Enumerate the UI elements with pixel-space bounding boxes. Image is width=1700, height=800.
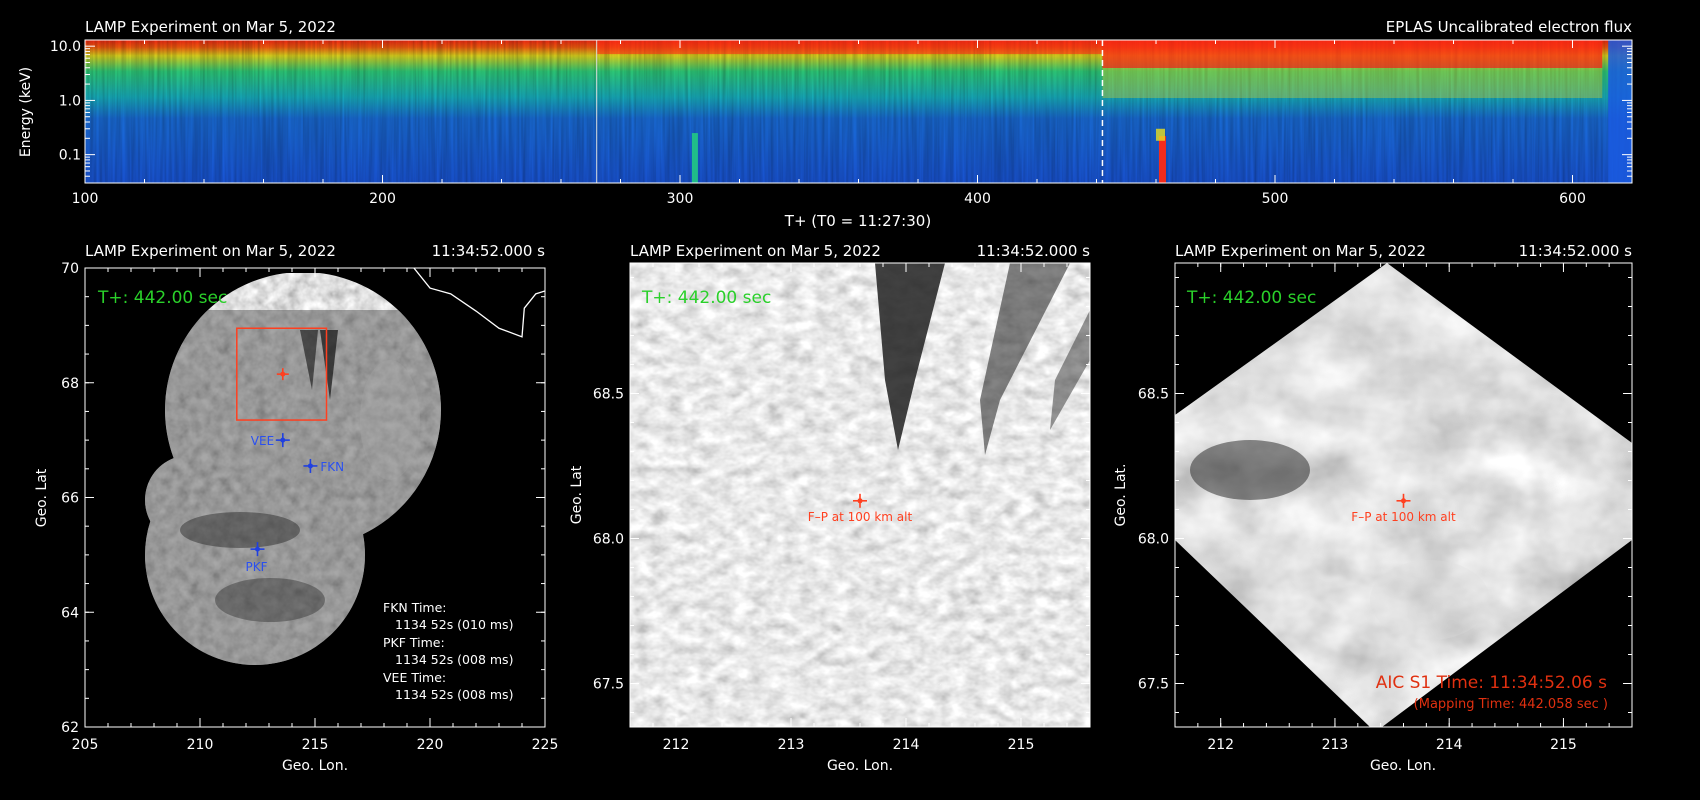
station-time-value: 1134 52s (008 ms) [395,687,513,702]
zoom-left-x-tick-label: 213 [778,737,805,753]
allsky-y-tick-label: 70 [61,261,79,277]
spectrogram-x-axis-label: T+ (T0 = 11:27:30) [784,212,931,230]
zoom-right-y-tick-label: 68.0 [1138,532,1169,548]
allsky-y-tick-label: 66 [61,491,79,507]
station-label: VEE [251,434,274,448]
spectrogram-y-tick-label: 0.1 [59,148,81,164]
zoom-left-x-tick-label: 215 [1008,737,1035,753]
zoom-left-title: LAMP Experiment on Mar 5, 2022 [630,242,881,260]
zoom-left-y-tick-label: 68.5 [593,387,624,403]
zoom-left-tplus-label: T+: 442.00 sec [641,288,771,308]
spectrogram-x-tick-label: 300 [667,191,694,207]
station-time-value: 1134 52s (010 ms) [395,617,513,632]
station-time-label: PKF Time: [383,635,445,650]
allsky-x-tick-label: 220 [417,737,444,753]
zoom-right-x-tick-label: 215 [1550,737,1577,753]
zoom-right-x-tick-label: 213 [1322,737,1349,753]
zoom-left-y-tick-label: 67.5 [593,677,624,693]
spectrogram-x-tick-label: 600 [1559,191,1586,207]
spectrogram-image [85,40,1632,183]
allsky-x-tick-label: 225 [532,737,559,753]
zoom-left-time: 11:34:52.000 s [977,242,1091,260]
spectrogram-y-axis-label: Energy (keV) [18,67,34,157]
spectrogram-panel: 100 200 300 400 500 600 10.0 1.0 0.1 LAMP Experi… [18,18,1633,230]
zoom-right-y-axis-label: Geo. Lat. [1113,464,1129,527]
zoom-right-x-tick-label: 212 [1207,737,1234,753]
allsky-y-axis-label: Geo. Lat [34,468,50,527]
allsky-time: 11:34:52.000 s [432,242,546,260]
spectrogram-y-tick-label: 1.0 [59,93,81,109]
zoom-right-x-axis-label: Geo. Lon. [1370,758,1436,774]
station-time-label: VEE Time: [383,670,446,685]
zoom-right-y-tick-label: 68.5 [1138,387,1169,403]
zoom-right-time: 11:34:52.000 s [1519,242,1633,260]
zoom-panel-left: F–P at 100 km alt 212 213 214 215 67.5 68.0 68… [569,242,1091,774]
station-time-value: 1134 52s (008 ms) [395,652,513,667]
spectrogram-x-tick-label: 100 [72,191,99,207]
allsky-x-tick-label: 205 [72,737,99,753]
zoom-left-y-axis-label: Geo. Lat [569,465,585,524]
allsky-y-tick-label: 68 [61,376,79,392]
zoom-left-x-axis-label: Geo. Lon. [827,758,893,774]
zoom-left-y-tick-label: 68.0 [593,532,624,548]
station-time-label: FKN Time: [383,600,447,615]
mapping-time-label: (Mapping Time: 442.058 sec ) [1414,697,1608,712]
allsky-map-panel: VEE FKN PKF 205 210 215 220 225 62 64 66 68 70 LAMP… [34,242,558,774]
station-label: PKF [246,560,268,574]
spectrogram-title: LAMP Experiment on Mar 5, 2022 [85,18,336,36]
spectrogram-x-tick-label: 200 [369,191,396,207]
spectrogram-subtitle: EPLAS Uncalibrated electron flux [1386,18,1632,36]
spectrogram-x-tick-label: 500 [1262,191,1289,207]
zoom-right-x-tick-label: 214 [1436,737,1463,753]
zoom-right-tplus-label: T+: 442.00 sec [1186,288,1316,308]
spectrogram-x-tick-label: 400 [964,191,991,207]
figure: 100 200 300 400 500 600 10.0 1.0 0.1 LAMP Experi… [18,18,1633,774]
zoom-left-x-tick-label: 212 [663,737,690,753]
allsky-tplus-label: T+: 442.00 sec [97,288,227,308]
aic-time-label: AIC S1 Time: 11:34:52.06 s [1376,673,1607,693]
spectrogram-y-tick-label: 10.0 [50,39,81,55]
allsky-x-tick-label: 210 [187,737,214,753]
zoom-right-y-tick-label: 67.5 [1138,677,1169,693]
footpoint-label: F–P at 100 km alt [1351,510,1456,524]
footpoint-label: F–P at 100 km alt [808,510,913,524]
allsky-y-tick-label: 64 [61,605,79,621]
zoom-right-title: LAMP Experiment on Mar 5, 2022 [1175,242,1426,260]
station-label: FKN [320,460,344,474]
zoom-left-x-tick-label: 214 [893,737,920,753]
allsky-x-tick-label: 215 [302,737,329,753]
coastline [413,268,545,338]
zoom-panel-right: F–P at 100 km alt 212 213 214 215 67.5 68.0 68… [1113,242,1633,774]
allsky-x-axis-label: Geo. Lon. [282,758,348,774]
allsky-y-tick-label: 62 [61,720,79,736]
allsky-title: LAMP Experiment on Mar 5, 2022 [85,242,336,260]
